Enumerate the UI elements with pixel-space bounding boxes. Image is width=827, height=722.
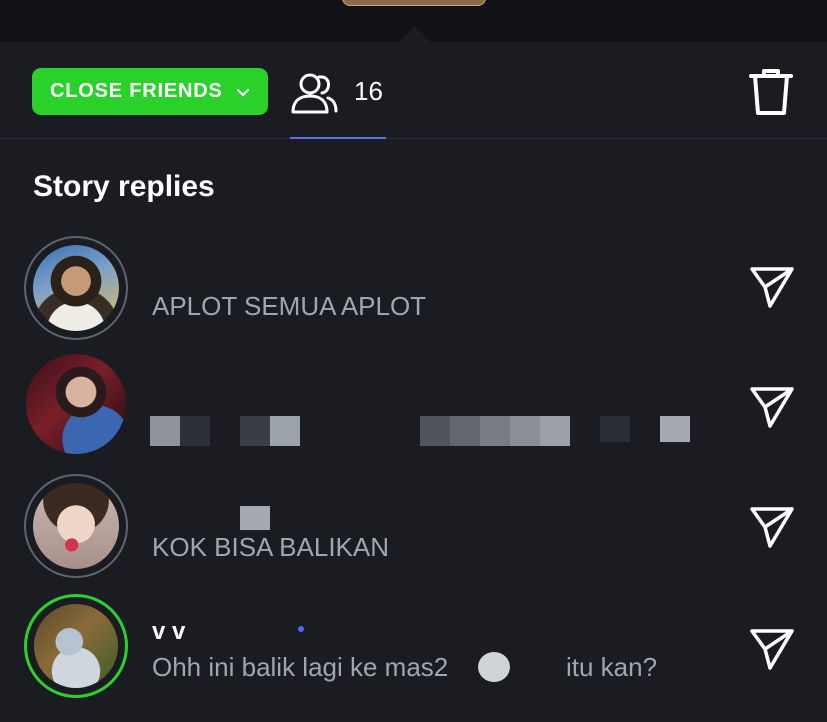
redacted-text	[270, 416, 300, 446]
redacted-text	[420, 416, 450, 446]
trash-icon[interactable]	[748, 67, 794, 117]
verified-dot	[298, 626, 304, 632]
section-title: Story replies	[33, 170, 215, 203]
viewers-tab[interactable]: 16	[290, 62, 386, 139]
chevron-down-icon	[236, 88, 249, 96]
avatar[interactable]	[26, 354, 126, 454]
reply-message: KOK BISA BALIKAN	[152, 532, 389, 562]
redacted-text	[480, 416, 510, 446]
avatar[interactable]	[24, 474, 128, 578]
reply-row[interactable]: v v Ohh ini balik lagi ke mas2 itu kan?	[0, 586, 827, 704]
send-icon[interactable]	[748, 626, 796, 672]
redacted-text	[510, 416, 540, 446]
redacted-text	[150, 416, 180, 446]
story-toolbar: CLOSE FRIENDS 16	[0, 42, 827, 139]
redacted-text	[540, 416, 570, 446]
avatar-photo	[33, 483, 119, 569]
viewer-count: 16	[354, 76, 383, 106]
redacted-text	[660, 416, 690, 442]
avatar-photo	[33, 245, 119, 331]
close-friends-label: CLOSE FRIENDS	[50, 80, 223, 102]
reply-message: Ohh ini balik lagi ke mas2	[152, 652, 449, 682]
reply-row[interactable]: KOK BISA BALIKAN	[0, 466, 827, 584]
reply-message: APLOT SEMUA APLOT	[152, 291, 427, 321]
close-friends-button[interactable]: CLOSE FRIENDS	[32, 68, 268, 115]
redacted-text	[478, 652, 510, 682]
redacted-text	[240, 416, 270, 446]
reply-row[interactable]	[0, 348, 827, 466]
send-icon[interactable]	[748, 264, 796, 310]
avatar[interactable]	[24, 594, 128, 698]
people-icon	[291, 73, 338, 114]
redacted-name	[240, 506, 270, 530]
send-icon[interactable]	[748, 384, 796, 430]
story-thumbnail[interactable]	[342, 0, 486, 6]
redacted-text	[180, 416, 210, 446]
reply-username: v v	[152, 618, 186, 645]
send-icon[interactable]	[748, 504, 796, 550]
avatar-photo	[34, 604, 118, 688]
reply-row[interactable]: APLOT SEMUA APLOT	[0, 228, 827, 346]
redacted-text	[600, 416, 630, 442]
reply-message-tail: itu kan?	[566, 652, 658, 682]
avatar[interactable]	[24, 236, 128, 340]
preview-pointer	[398, 26, 432, 43]
active-tab-underline	[290, 137, 386, 139]
avatar-photo	[26, 354, 126, 454]
redacted-text	[450, 416, 480, 446]
